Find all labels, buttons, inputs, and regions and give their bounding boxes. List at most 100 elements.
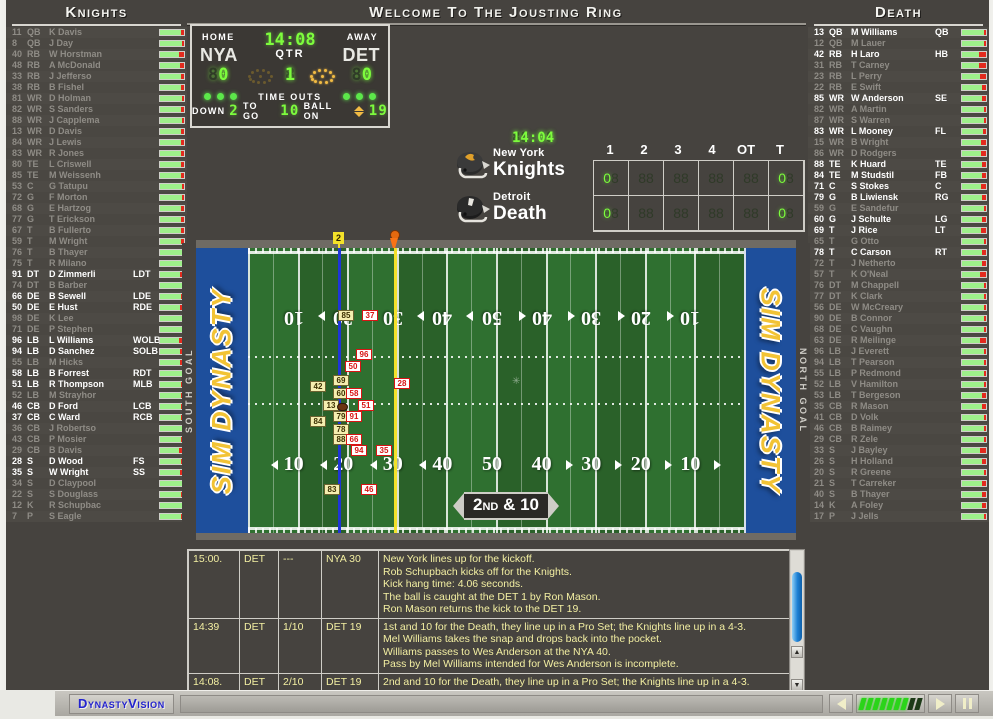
roster-row[interactable]: 22 S S Douglass (6, 489, 187, 500)
roster-row[interactable]: 90 DE B Connor (808, 313, 989, 324)
roster-row[interactable]: 68 DE C Vaughn (808, 324, 989, 335)
roster-row[interactable]: 88 TE K Huard TE (808, 159, 989, 170)
roster-row[interactable]: 55 LB P Redmond (808, 368, 989, 379)
roster-row[interactable]: 63 DE R Meilinge (808, 335, 989, 346)
play-log-scrollbar[interactable]: ▲ ▼ (789, 549, 805, 693)
roster-row[interactable]: 72 T J Netherto (808, 258, 989, 269)
roster-row[interactable]: 48 RB A McDonald (6, 60, 187, 71)
roster-row[interactable]: 34 S D Claypool (6, 478, 187, 489)
roster-row[interactable]: 80 TE L Criswell (6, 159, 187, 170)
defense-player-marker[interactable]: 91 (346, 411, 362, 422)
roster-row[interactable]: 20 S R Greene (808, 467, 989, 478)
roster-row[interactable]: 36 CB J Robertso (6, 423, 187, 434)
roster-row[interactable]: 55 LB M Hicks (6, 357, 187, 368)
roster-row[interactable]: 43 CB P Mosier (6, 434, 187, 445)
roster-row[interactable]: 68 G E Hartzog (6, 203, 187, 214)
play-by-play-log[interactable]: 15:00. DET --- NYA 30 New York lines up for … (187, 549, 805, 693)
roster-row[interactable]: 96 LB J Everett (808, 346, 989, 357)
roster-row[interactable]: 21 S T Carreker (808, 478, 989, 489)
roster-row[interactable]: 53 LB T Bergeson (808, 390, 989, 401)
roster-row[interactable]: 15 WR B Wright (808, 137, 989, 148)
roster-row[interactable]: 94 LB T Pearson (808, 357, 989, 368)
roster-row[interactable]: 28 S D Wood FS (6, 456, 187, 467)
roster-row[interactable]: 76 DT M Chappell (808, 280, 989, 291)
roster-row[interactable]: 53 C G Tatupu (6, 181, 187, 192)
roster-row[interactable]: 29 CB B Davis (6, 445, 187, 456)
roster-row[interactable]: 85 WR W Anderson SE (808, 93, 989, 104)
defense-player-marker[interactable]: 58 (346, 388, 362, 399)
roster-row[interactable]: 33 RB J Jefferso (6, 71, 187, 82)
roster-row[interactable]: 13 WR D Davis (6, 126, 187, 137)
roster-row[interactable]: 67 T B Fullerto (6, 225, 187, 236)
roster-row[interactable]: 13 QB M Williams QB (808, 27, 989, 38)
roster-row[interactable]: 71 DE P Stephen (6, 324, 187, 335)
roster-row[interactable]: 88 WR J Capplema (6, 115, 187, 126)
roster-row[interactable]: 98 DE K Lee (6, 313, 187, 324)
roster-row[interactable]: 77 G T Erickson (6, 214, 187, 225)
roster-row[interactable]: 77 DT K Clark (808, 291, 989, 302)
roster-row[interactable]: 58 LB B Forrest RDT (6, 368, 187, 379)
roster-row[interactable]: 50 DE E Hust RDE (6, 302, 187, 313)
scroll-up-icon[interactable]: ▲ (791, 646, 803, 658)
roster-row[interactable]: 7P S Eagle (6, 511, 187, 522)
roster-row[interactable]: 52 LB M Strayhor (6, 390, 187, 401)
roster-row[interactable]: 57 T K O'Neal (808, 269, 989, 280)
roster-row[interactable]: 33 S J Bayley (808, 445, 989, 456)
roster-row[interactable]: 37 CB C Ward RCB (6, 412, 187, 423)
defense-player-marker[interactable]: 46 (361, 484, 377, 495)
play-log-row[interactable]: 15:00. DET --- NYA 30 New York lines up for … (188, 550, 804, 619)
roster-row[interactable]: 83 WR L Mooney FL (808, 126, 989, 137)
roster-row[interactable]: 40 RB W Horstman (6, 49, 187, 60)
defense-player-marker[interactable]: 37 (362, 310, 378, 321)
roster-row[interactable]: 59 T M Wright (6, 236, 187, 247)
roster-row[interactable]: 14 K A Foley (808, 500, 989, 511)
roster-row[interactable]: 17 P J Jells (808, 511, 989, 522)
roster-row[interactable]: 35 CB R Mason (808, 401, 989, 412)
defense-player-marker[interactable]: 94 (351, 445, 367, 456)
defense-player-marker[interactable]: 35 (376, 445, 392, 456)
roster-row[interactable]: 23 RB L Perry (808, 71, 989, 82)
play-log-row[interactable]: 14:39 DET 1/10 DET 19 1st and 10 for the Dea… (188, 617, 804, 674)
roster-row[interactable]: 94 LB D Sanchez SOLB (6, 346, 187, 357)
roster-row[interactable]: 75 T R Milano (6, 258, 187, 269)
roster-row[interactable]: 42 RB H Laro HB (808, 49, 989, 60)
roster-rows-away[interactable]: 13 QB M Williams QB 12 QB M Lauer 42 RB H Laro HB 3… (808, 27, 989, 522)
roster-row[interactable]: 85 TE M Weissenh (6, 170, 187, 181)
play-log-row[interactable]: 14:08. DET 2/10 DET 19 2nd and 10 for the De… (188, 672, 804, 691)
roster-row[interactable]: 35 S W Wright SS (6, 467, 187, 478)
play-button[interactable] (928, 694, 952, 713)
roster-row[interactable]: 69 T J Rice LT (808, 225, 989, 236)
roster-row[interactable]: 22 RB E Swift (808, 82, 989, 93)
roster-row[interactable]: 29 CB R Zele (808, 434, 989, 445)
roster-row[interactable]: 82 WR A Martin (808, 104, 989, 115)
roster-row[interactable]: 11 QB K Davis (6, 27, 187, 38)
playing-field[interactable]: SIM DYNASTY SIM DYNASTY 10 10 20 20 30 30 40 40… (196, 248, 796, 533)
offense-player-marker[interactable]: 42 (310, 381, 326, 392)
roster-row[interactable]: 46 CB B Raimey (808, 423, 989, 434)
offense-player-marker[interactable]: 83 (324, 484, 340, 495)
roster-row[interactable]: 8 QB J Day (6, 38, 187, 49)
roster-row[interactable]: 51 LB R Thompson MLB (6, 379, 187, 390)
roster-row[interactable]: 87 WR S Warren (808, 115, 989, 126)
roster-row[interactable]: 79 G B Liwiensk RG (808, 192, 989, 203)
speed-slider[interactable] (856, 694, 925, 713)
roster-row[interactable]: 41 CB D Volk (808, 412, 989, 423)
roster-row[interactable]: 38 RB B Fishel (6, 82, 187, 93)
offense-player-marker[interactable]: 69 (333, 375, 349, 386)
pause-button[interactable] (955, 694, 979, 713)
roster-row[interactable]: 74 DT B Barber (6, 280, 187, 291)
defense-player-marker[interactable]: 66 (346, 434, 362, 445)
roster-row[interactable]: 31 RB T Carney (808, 60, 989, 71)
roster-row[interactable]: 71 C S Stokes C (808, 181, 989, 192)
roster-row[interactable]: 84 TE M Studstil FB (808, 170, 989, 181)
roster-row[interactable]: 84 WR J Lewis (6, 137, 187, 148)
roster-row[interactable]: 59 G E Sandefur (808, 203, 989, 214)
roster-row[interactable]: 96 LB L Williams WOLB (6, 335, 187, 346)
speed-bar[interactable] (914, 697, 923, 710)
roster-row[interactable]: 60 G J Schulte LG (808, 214, 989, 225)
roster-row[interactable]: 86 WR D Rodgers (808, 148, 989, 159)
defense-player-marker[interactable]: 28 (394, 378, 410, 389)
rewind-button[interactable] (829, 694, 853, 713)
roster-row[interactable]: 82 WR S Sanders (6, 104, 187, 115)
scrollbar-thumb[interactable] (792, 572, 802, 642)
